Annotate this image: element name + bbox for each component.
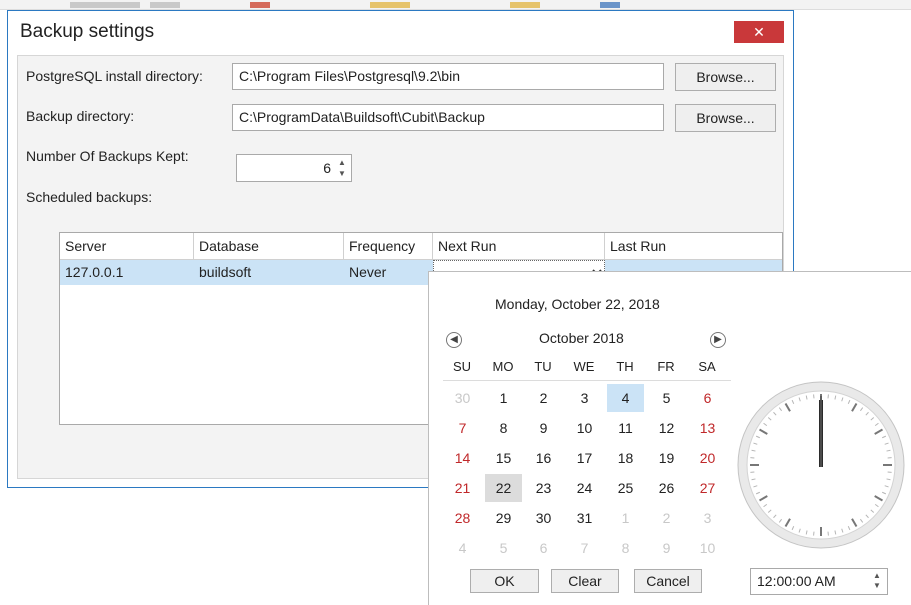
calendar-day[interactable]: 11: [607, 414, 644, 442]
weekday-we: WE: [573, 359, 595, 374]
calendar-day[interactable]: 13: [689, 414, 726, 442]
calendar-day[interactable]: 9: [525, 414, 562, 442]
calendar-day[interactable]: 3: [689, 504, 726, 532]
calendar-day[interactable]: 24: [566, 474, 603, 502]
column-header-frequency[interactable]: Frequency: [344, 233, 433, 259]
calendar-day[interactable]: 18: [607, 444, 644, 472]
analog-clock: [737, 381, 905, 549]
column-header-next-run[interactable]: Next Run: [433, 233, 605, 259]
postgres-dir-label: PostgreSQL install directory:: [26, 68, 203, 84]
calendar-day[interactable]: 31: [566, 504, 603, 532]
calendar-day[interactable]: 9: [648, 534, 685, 562]
calendar-day[interactable]: 2: [525, 384, 562, 412]
calendar-day[interactable]: 12: [648, 414, 685, 442]
column-header-server[interactable]: Server: [60, 233, 194, 259]
column-header-last-run[interactable]: Last Run: [605, 233, 782, 259]
calendar-day[interactable]: 8: [607, 534, 644, 562]
background-mark: [70, 2, 140, 8]
weekday-mo: MO: [492, 359, 514, 374]
backup-dir-label: Backup directory:: [26, 108, 135, 124]
calendar-day[interactable]: 20: [689, 444, 726, 472]
calendar-day[interactable]: 4: [444, 534, 481, 562]
close-icon: ✕: [753, 24, 765, 40]
clear-button[interactable]: Clear: [551, 569, 619, 593]
calendar-day[interactable]: 1: [607, 504, 644, 532]
close-button[interactable]: ✕: [734, 21, 784, 43]
background-mark: [370, 2, 410, 8]
background-mark: [600, 2, 620, 8]
dialog-title: Backup settings: [20, 21, 155, 42]
calendar-day[interactable]: 23: [525, 474, 562, 502]
calendar-day[interactable]: 10: [566, 414, 603, 442]
grid-header: Server Database Frequency Next Run Last …: [60, 233, 782, 260]
calendar-day[interactable]: 28: [444, 504, 481, 532]
calendar-day[interactable]: 21: [444, 474, 481, 502]
calendar-day[interactable]: 19: [648, 444, 685, 472]
spin-updown-icon[interactable]: ▲ ▼: [335, 157, 349, 179]
chevron-left-circle-icon[interactable]: ◀: [446, 332, 462, 348]
backups-kept-label: Number Of Backups Kept:: [26, 148, 189, 164]
calendar-day[interactable]: 26: [648, 474, 685, 502]
weekday-tu: TU: [534, 359, 552, 374]
weekday-th: TH: [616, 359, 634, 374]
scheduled-backups-label: Scheduled backups:: [26, 189, 153, 205]
calendar-day[interactable]: 17: [566, 444, 603, 472]
calendar-today-text[interactable]: Monday, October 22, 2018: [495, 296, 660, 312]
calendar-day[interactable]: 25: [607, 474, 644, 502]
column-header-database[interactable]: Database: [194, 233, 344, 259]
backups-kept-stepper[interactable]: 6 ▲ ▼: [236, 154, 352, 182]
weekday-divider: [443, 380, 731, 381]
calendar-day[interactable]: 6: [525, 534, 562, 562]
background-mark: [150, 2, 180, 8]
cell-server: 127.0.0.1: [65, 264, 124, 280]
time-input[interactable]: 12:00:00 AM ▲ ▼: [750, 568, 888, 595]
ok-button[interactable]: OK: [470, 569, 539, 593]
calendar-day[interactable]: 4: [607, 384, 644, 412]
calendar-day[interactable]: 14: [444, 444, 481, 472]
calendar-day[interactable]: 29: [485, 504, 522, 532]
cancel-button[interactable]: Cancel: [634, 569, 702, 593]
calendar-day[interactable]: 15: [485, 444, 522, 472]
weekday-fr: FR: [657, 359, 675, 374]
backups-kept-value: 6: [323, 160, 331, 176]
calendar-day[interactable]: 30: [525, 504, 562, 532]
calendar-day[interactable]: 1: [485, 384, 522, 412]
backup-browse-button[interactable]: Browse...: [675, 104, 776, 132]
weekday-su: SU: [452, 359, 472, 374]
background-app-strip: [0, 0, 911, 10]
calendar-day[interactable]: 2: [648, 504, 685, 532]
time-value: 12:00:00 AM: [757, 573, 836, 589]
cell-frequency: Never: [349, 264, 387, 280]
backup-dir-input[interactable]: C:\ProgramData\Buildsoft\Cubit\Backup: [232, 104, 664, 131]
calendar-day[interactable]: 3: [566, 384, 603, 412]
weekday-sa: SA: [698, 359, 716, 374]
cell-database: buildsoft: [199, 264, 252, 280]
postgres-browse-button[interactable]: Browse...: [675, 63, 776, 91]
postgres-dir-input[interactable]: C:\Program Files\Postgresql\9.2\bin: [232, 63, 664, 90]
calendar-day[interactable]: 7: [444, 414, 481, 442]
calendar-day[interactable]: 22: [485, 474, 522, 502]
calendar-day[interactable]: 5: [648, 384, 685, 412]
calendar-day[interactable]: 8: [485, 414, 522, 442]
background-mark: [510, 2, 540, 8]
calendar-day[interactable]: 16: [525, 444, 562, 472]
chevron-right-circle-icon[interactable]: ▶: [710, 332, 726, 348]
calendar-month-label[interactable]: October 2018: [539, 330, 624, 346]
background-mark: [250, 2, 270, 8]
spin-updown-icon[interactable]: ▲ ▼: [870, 571, 884, 592]
calendar-day[interactable]: 10: [689, 534, 726, 562]
calendar-day[interactable]: 7: [566, 534, 603, 562]
date-picker-popup: Monday, October 22, 2018 ◀ October 2018 …: [428, 271, 911, 605]
calendar-day[interactable]: 27: [689, 474, 726, 502]
calendar-day[interactable]: 5: [485, 534, 522, 562]
calendar-day[interactable]: 30: [444, 384, 481, 412]
calendar-day[interactable]: 6: [689, 384, 726, 412]
